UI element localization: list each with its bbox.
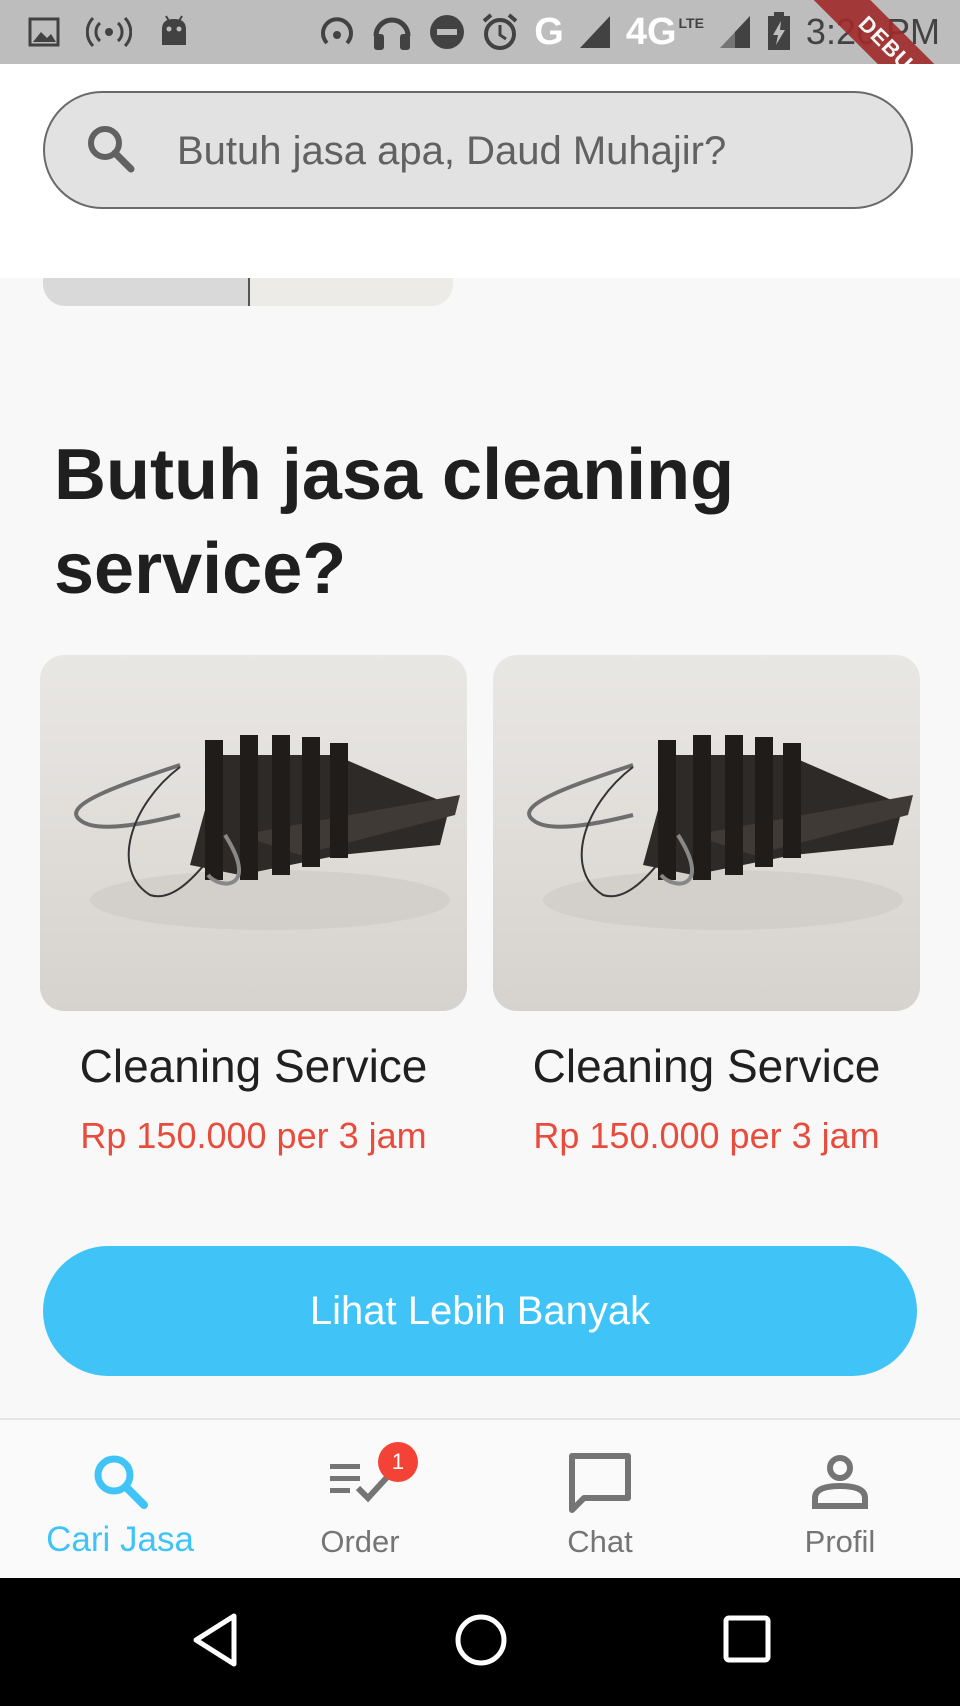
service-image xyxy=(40,655,467,1011)
search-input[interactable] xyxy=(175,121,879,181)
battery-charging-icon xyxy=(766,12,792,52)
previous-card-image-right xyxy=(248,278,453,306)
cable-clamp-image xyxy=(527,735,913,930)
headset-icon xyxy=(370,12,414,52)
previous-card-image[interactable] xyxy=(43,278,453,306)
signal-icon xyxy=(578,14,612,50)
nav-label: Cari Jasa xyxy=(46,1520,194,1559)
search-icon xyxy=(89,1450,151,1517)
recents-icon[interactable] xyxy=(722,1612,772,1673)
service-card[interactable]: Cleaning Service Rp 150.000 per 3 jam xyxy=(493,655,920,1157)
network-type-4g: 4G xyxy=(625,10,677,53)
system-navigation-bar xyxy=(0,1578,960,1706)
status-bar: G 4G LTE 3:26 PM DEBUG xyxy=(0,0,960,149)
order-count-badge: 1 xyxy=(378,1442,418,1482)
service-card[interactable]: Cleaning Service Rp 150.000 per 3 jam xyxy=(40,655,467,1157)
nav-label: Profil xyxy=(804,1524,876,1559)
nav-item-order[interactable]: 1 Order xyxy=(240,1420,480,1580)
back-icon[interactable] xyxy=(190,1612,240,1673)
do-not-disturb-icon xyxy=(428,13,466,51)
gallery-icon xyxy=(28,17,60,47)
home-icon[interactable] xyxy=(454,1612,508,1673)
search-header xyxy=(0,64,960,278)
person-icon xyxy=(809,1450,871,1517)
nav-label: Order xyxy=(320,1524,400,1559)
search-icon xyxy=(85,123,137,180)
chat-icon xyxy=(566,1450,634,1523)
signal-icon xyxy=(718,14,752,50)
nav-item-cari-jasa[interactable]: Cari Jasa xyxy=(0,1420,240,1580)
service-price: Rp 150.000 per 3 jam xyxy=(80,1115,427,1156)
hotspot-icon xyxy=(86,16,132,48)
nav-label: Chat xyxy=(567,1524,633,1559)
service-image xyxy=(493,655,920,1011)
network-type-g: G xyxy=(534,10,564,53)
alarm-icon xyxy=(480,12,520,52)
see-more-button[interactable]: Lihat Lebih Banyak xyxy=(43,1246,917,1376)
cast-icon xyxy=(318,13,356,51)
network-type-lte: LTE xyxy=(678,15,704,31)
nav-item-chat[interactable]: Chat xyxy=(480,1420,720,1580)
section-title: Butuh jasa cleaning service? xyxy=(54,435,735,609)
nav-item-profil[interactable]: Profil xyxy=(720,1420,960,1580)
search-bar[interactable] xyxy=(43,91,913,209)
service-title: Cleaning Service xyxy=(79,1040,428,1092)
service-title: Cleaning Service xyxy=(532,1040,881,1092)
cable-clamp-image xyxy=(74,735,460,930)
bottom-navigation: Cari Jasa 1 Order Chat Profil xyxy=(0,1418,960,1580)
service-price: Rp 150.000 per 3 jam xyxy=(533,1115,880,1156)
android-icon xyxy=(158,15,190,49)
